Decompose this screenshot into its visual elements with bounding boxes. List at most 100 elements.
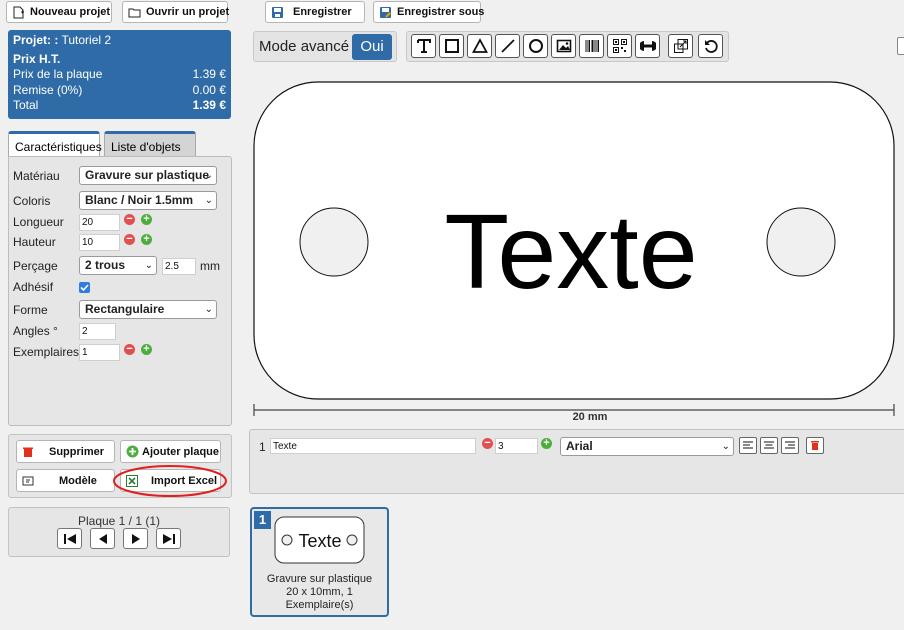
image-icon xyxy=(556,39,571,53)
discount-label: Remise (0%) xyxy=(13,82,83,97)
drilling-label: Perçage xyxy=(13,259,58,273)
undo-button[interactable] xyxy=(698,34,723,58)
color-select[interactable]: Blanc / Noir 1.5mm ⌄ xyxy=(79,191,217,210)
align-right-button[interactable] xyxy=(781,437,799,454)
floppy-disk-edit-icon xyxy=(380,6,391,18)
tab-objects-label: Liste d'objets xyxy=(111,140,181,154)
floppy-disk-icon xyxy=(272,6,283,18)
delete-object-button[interactable] xyxy=(806,437,824,454)
angles-label: Angles ° xyxy=(13,324,58,338)
thumbnail-index: 1 xyxy=(258,512,267,527)
object-text-value: Texte xyxy=(273,441,297,452)
object-text-input[interactable]: Texte xyxy=(270,438,476,454)
drilling-size-value: 2.5 xyxy=(165,261,179,272)
length-decrease-button[interactable]: − xyxy=(124,214,135,225)
align-center-icon xyxy=(764,441,774,449)
new-project-label: Nouveau projet xyxy=(30,6,111,18)
height-label: Hauteur xyxy=(13,235,56,249)
tab-characteristics[interactable]: Caractéristiques xyxy=(8,131,102,157)
left-hole xyxy=(299,207,369,277)
text-tool-button[interactable] xyxy=(411,34,436,58)
height-decrease-button[interactable]: − xyxy=(124,234,135,245)
thumbnail-plate: Texte xyxy=(274,516,365,564)
align-left-icon xyxy=(743,441,753,449)
square-icon xyxy=(444,39,459,53)
qrcode-tool-button[interactable] xyxy=(607,34,632,58)
previous-page-button[interactable] xyxy=(90,528,115,549)
new-project-button[interactable]: Nouveau projet xyxy=(6,1,112,23)
adhesive-checkbox[interactable] xyxy=(79,282,90,293)
thumbnail-description: Gravure sur plastique 20 x 10mm, 1 Exemp… xyxy=(252,573,387,612)
circle-icon xyxy=(528,39,543,53)
font-select[interactable]: Arial ⌄ xyxy=(560,437,734,456)
copies-decrease-button[interactable]: − xyxy=(124,344,135,355)
thumbnail-desc-line1: Gravure sur plastique xyxy=(266,573,373,585)
first-page-button[interactable] xyxy=(57,528,82,549)
delete-label: Supprimer xyxy=(49,445,105,458)
align-center-button[interactable] xyxy=(760,437,778,454)
add-plate-label: Ajouter plaque xyxy=(142,445,220,458)
add-plate-button[interactable]: Ajouter plaque xyxy=(120,440,221,463)
length-value: 20 xyxy=(82,217,94,228)
last-page-button[interactable] xyxy=(156,528,181,549)
shape-select[interactable]: Rectangulaire ⌄ xyxy=(79,300,217,319)
line-icon xyxy=(500,39,515,53)
material-label: Matériau xyxy=(13,169,60,183)
angles-input[interactable]: 2 xyxy=(79,323,116,340)
next-page-button[interactable] xyxy=(123,528,148,549)
next-icon xyxy=(131,533,140,544)
shape-label: Forme xyxy=(13,303,48,317)
advanced-mode-toggle[interactable]: Oui xyxy=(352,34,392,60)
total-label: Total xyxy=(13,98,39,112)
image-tool-button[interactable] xyxy=(551,34,576,58)
plate-canvas[interactable]: Texte 20 mm xyxy=(250,78,904,424)
folder-icon xyxy=(128,8,141,17)
thumbnail-index-badge: 1 xyxy=(254,511,271,529)
line-tool-button[interactable] xyxy=(495,34,520,58)
copies-label: Exemplaires xyxy=(13,345,80,359)
material-select[interactable]: Gravure sur plastique ⌄ xyxy=(79,166,217,185)
font-size-decrease-button[interactable]: − xyxy=(482,438,493,449)
tab-objects[interactable]: Liste d'objets xyxy=(104,131,196,157)
save-label: Enregistrer xyxy=(293,6,352,18)
last-page-icon xyxy=(162,533,175,544)
font-value: Arial xyxy=(566,439,593,453)
height-input[interactable]: 10 xyxy=(79,234,120,251)
delete-button[interactable]: Supprimer xyxy=(16,440,115,463)
font-size-input[interactable]: 3 xyxy=(495,438,538,454)
height-increase-button[interactable]: + xyxy=(141,234,152,245)
thumbnail-desc-line2: 20 x 10mm, 1 xyxy=(286,586,353,598)
previous-icon xyxy=(98,533,107,544)
rectangle-tool-button[interactable] xyxy=(439,34,464,58)
triangle-icon xyxy=(471,38,488,53)
right-hole xyxy=(766,207,836,277)
angles-value: 2 xyxy=(82,326,88,337)
shape-library-tool-button[interactable] xyxy=(635,34,660,58)
thumbnail-text: Texte xyxy=(298,531,341,551)
save-as-button[interactable]: Enregistrer sous xyxy=(373,1,484,23)
copies-input[interactable]: 1 xyxy=(79,344,120,361)
project-summary: Projet: : Tutoriel 2 Prix H.T. Prix de l… xyxy=(8,30,231,119)
copies-increase-button[interactable]: + xyxy=(141,344,152,355)
length-input[interactable]: 20 xyxy=(79,214,120,231)
template-button[interactable]: Modèle xyxy=(16,469,115,492)
chevron-down-icon: ⌄ xyxy=(721,441,730,452)
drilling-select[interactable]: 2 trous ⌄ xyxy=(79,256,157,275)
length-increase-button[interactable]: + xyxy=(141,214,152,225)
open-project-button[interactable]: Ouvrir un projet xyxy=(122,1,230,23)
chevron-down-icon: ⌄ xyxy=(204,170,213,181)
triangle-tool-button[interactable] xyxy=(467,34,492,58)
new-file-icon xyxy=(13,6,24,18)
first-page-icon xyxy=(63,533,76,544)
barcode-tool-button[interactable] xyxy=(579,34,604,58)
mode-label: Mode avancé xyxy=(259,38,350,55)
resize-tool-button[interactable] xyxy=(668,34,693,58)
font-size-increase-button[interactable]: + xyxy=(541,438,552,449)
save-button[interactable]: Enregistrer xyxy=(265,1,365,23)
open-project-label: Ouvrir un projet xyxy=(146,6,230,18)
align-left-button[interactable] xyxy=(739,437,757,454)
drilling-size-input[interactable]: 2.5 xyxy=(162,258,196,275)
circle-tool-button[interactable] xyxy=(523,34,548,58)
right-edge-control[interactable] xyxy=(897,37,904,55)
thumbnail-desc-line3: Exemplaire(s) xyxy=(285,599,354,611)
